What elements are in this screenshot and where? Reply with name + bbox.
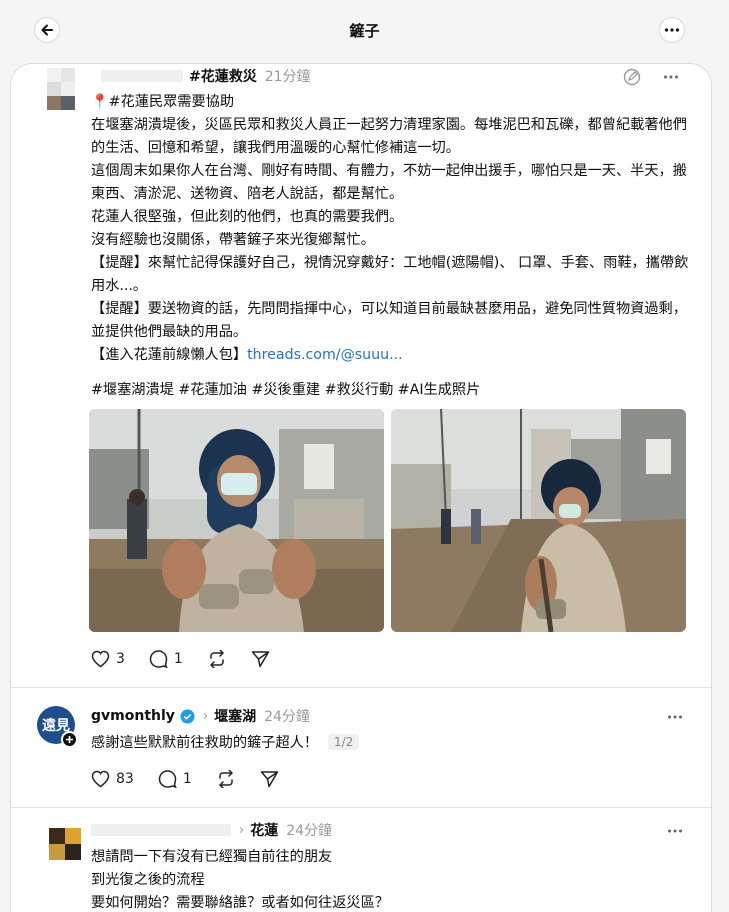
comment-icon <box>158 770 177 788</box>
repost-button[interactable] <box>207 650 227 668</box>
repost-icon <box>210 650 224 668</box>
more-icon[interactable] <box>667 828 683 834</box>
reply-post: 遠見 gvmonthly › 堰塞湖 24分鐘 感謝這些默默前往救助的鏟子超人！… <box>11 688 711 808</box>
post-time: 21分鐘 <box>264 69 311 85</box>
post-line: 【進入花蓮前線懶人包】threads.com/@suuu... <box>91 344 691 367</box>
post-topic[interactable]: 堰塞湖 <box>214 706 256 726</box>
chevron-right-icon: › <box>202 708 209 724</box>
post-line: 【提醒】來幫忙記得保護好自己，視情況穿戴好：工地帽(遮陽帽)、 口罩、手套、雨鞋… <box>91 255 689 294</box>
like-button[interactable]: 3 <box>91 650 125 668</box>
heart-icon <box>91 770 110 788</box>
blurred-username <box>101 70 183 82</box>
comment-icon <box>149 650 168 668</box>
like-button[interactable]: 83 <box>91 770 134 788</box>
comment-count: 1 <box>173 651 183 667</box>
send-icon <box>260 771 278 788</box>
post-line: 這個周末如果你人在台灣、剛好有時間、有體力，不妨一起伸出援手，哪怕只是一天、半天… <box>91 163 687 202</box>
page-title: 鏟子 <box>349 22 380 40</box>
follow-button[interactable] <box>61 731 78 748</box>
post-line: 花蓮人很堅強，但此刻的他們，也真的需要我們。 <box>91 209 404 225</box>
post-corner-actions <box>623 68 679 86</box>
chevron-right-icon: › <box>239 822 245 838</box>
guide-prefix: 【進入花蓮前線懶人包】 <box>91 347 248 363</box>
thread-card: #花蓮救災 21分鐘 📍#花蓮民眾需要協助 在堰塞湖潰堤後，災區民眾和救災人員正… <box>10 63 712 912</box>
post-line: 沒有經驗也沒關係，帶著鏟子來光復鄉幫忙。 <box>91 232 375 248</box>
reply-body: 感謝這些默默前往救助的鏟子超人！ 1/2 <box>91 732 360 752</box>
reply-body: 想請問一下有沒有已經獨自前往的朋友 到光復之後的流程 要如何開始？需要聯絡誰？或… <box>91 846 691 912</box>
post-photo-1[interactable] <box>89 409 384 632</box>
more-icon[interactable] <box>667 714 683 720</box>
post-topic[interactable]: #花蓮救災 <box>189 66 257 86</box>
post-time: 24分鐘 <box>286 823 333 839</box>
reply-text: 感謝這些默默前往救助的鏟子超人！ <box>91 735 319 751</box>
avatar[interactable] <box>49 828 81 860</box>
reply-line: 到光復之後的流程 <box>91 872 205 888</box>
post-author[interactable]: gvmonthly <box>91 708 175 724</box>
reply-line: 要如何開始？需要聯絡誰？或者如何往返災區？ <box>91 895 389 911</box>
post-actions: 83 1 <box>91 770 303 788</box>
edit-icon[interactable] <box>623 68 641 86</box>
top-bar: 鏟子 <box>0 0 729 62</box>
blurred-username <box>91 824 231 836</box>
guide-link[interactable]: threads.com/@suuu... <box>247 347 403 363</box>
heart-icon <box>91 650 110 668</box>
post-body: 📍#花蓮民眾需要協助 在堰塞湖潰堤後，災區民眾和救災人員正一起努力清理家園。每堆… <box>91 91 691 367</box>
post-line: 在堰塞湖潰堤後，災區民眾和救災人員正一起努力清理家園。每堆泥巴和瓦礫，都曾紀載著… <box>91 117 687 156</box>
share-button[interactable] <box>251 650 270 668</box>
post-meta: gvmonthly › 堰塞湖 24分鐘 <box>91 706 310 726</box>
post-meta: #花蓮救災 21分鐘 <box>101 66 311 86</box>
page-more-button[interactable] <box>659 17 685 43</box>
send-icon <box>251 651 270 668</box>
post-line: 📍#花蓮民眾需要協助 <box>91 94 235 110</box>
like-count: 83 <box>116 771 134 787</box>
reply-post: › 花蓮 24分鐘 想請問一下有沒有已經獨自前往的朋友 到光復之後的流程 要如何… <box>11 808 711 912</box>
verified-icon <box>180 709 195 723</box>
reply-line: 想請問一下有沒有已經獨自前往的朋友 <box>91 849 333 865</box>
share-button[interactable] <box>260 770 279 788</box>
repost-icon <box>219 770 233 788</box>
post-topic[interactable]: 花蓮 <box>250 820 278 840</box>
repost-button[interactable] <box>216 770 236 788</box>
comment-button[interactable]: 1 <box>158 770 192 788</box>
main-post: #花蓮救災 21分鐘 📍#花蓮民眾需要協助 在堰塞湖潰堤後，災區民眾和救災人員正… <box>11 64 711 686</box>
hashtags[interactable]: #堰塞湖潰堤 #花蓮加油 #災後重建 #救災行動 #AI生成照片 <box>91 379 480 399</box>
post-time: 24分鐘 <box>264 709 310 725</box>
avatar[interactable] <box>47 68 75 110</box>
more-icon <box>664 28 680 32</box>
post-meta: › 花蓮 24分鐘 <box>91 820 332 840</box>
page-indicator: 1/2 <box>328 734 360 750</box>
comment-button[interactable]: 1 <box>149 650 183 668</box>
comment-count: 1 <box>182 771 192 787</box>
post-photo-2[interactable] <box>391 409 686 632</box>
like-count: 3 <box>116 651 125 667</box>
more-icon[interactable] <box>663 74 679 80</box>
follow-plus-icon <box>66 736 73 743</box>
post-line: 【提醒】要送物資的話，先問問指揮中心，可以知道目前最缺甚麼用品，避免同性質物資過… <box>91 301 687 340</box>
post-actions: 3 1 <box>91 650 294 668</box>
